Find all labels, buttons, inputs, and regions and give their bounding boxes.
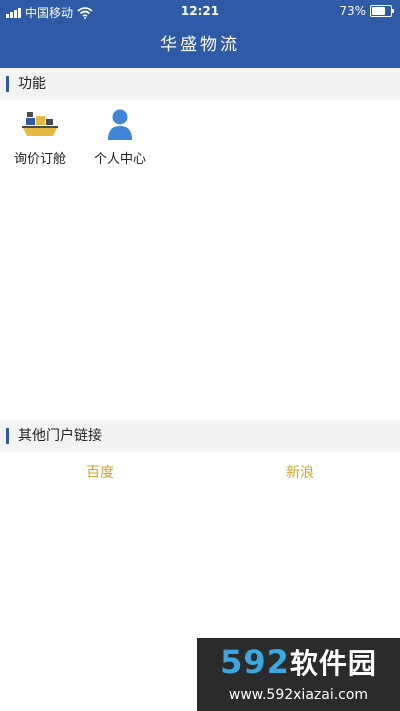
portal-links-section-title: 其他门户链接 [18, 428, 102, 444]
link-baidu[interactable]: 百度 [0, 458, 200, 488]
battery-fill [372, 7, 386, 15]
link-sina[interactable]: 新浪 [200, 458, 400, 488]
features-section-title: 功能 [18, 76, 46, 92]
nav-bar: 华盛物流 [0, 24, 400, 68]
user-icon [108, 109, 132, 140]
watermark-number: 592 [220, 643, 290, 681]
page-title: 华盛物流 [160, 35, 240, 55]
section-accent-bar [6, 76, 9, 92]
features-section-header: 功能 [0, 68, 400, 100]
watermark-url: www.592xiazai.com [228, 687, 369, 703]
section-accent-bar [6, 428, 9, 444]
feature-inquiry-booking[interactable]: 询价订舱 [0, 108, 80, 167]
battery-percent: 73% [339, 4, 366, 18]
watermark-brand: 592软件园 [197, 642, 400, 682]
cargo-ship-icon [22, 112, 58, 136]
feature-label: 个人中心 [93, 152, 146, 167]
feature-label: 询价订舱 [13, 152, 66, 167]
battery-icon [370, 5, 394, 17]
watermark-text: 软件园 [289, 647, 377, 680]
status-right: 73% [339, 4, 394, 18]
feature-personal-center[interactable]: 个人中心 [80, 108, 160, 167]
status-bar: 中国移动 12:21 73% [0, 0, 400, 24]
watermark-logo: 592软件园 www.592xiazai.com [197, 638, 400, 711]
portal-links-section-header: 其他门户链接 [0, 420, 400, 452]
